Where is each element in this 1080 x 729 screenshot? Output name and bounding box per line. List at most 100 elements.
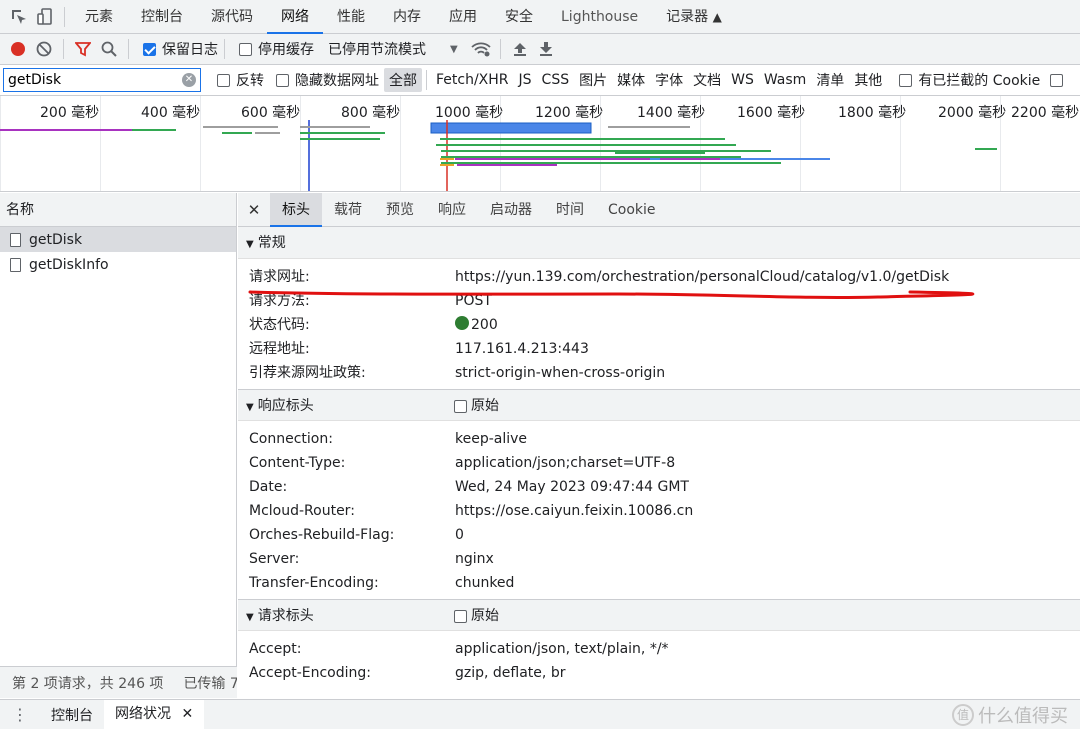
checkbox-unchecked[interactable] bbox=[1050, 73, 1064, 87]
tab-timing[interactable]: 时间 bbox=[544, 193, 596, 227]
type-filter-manifest[interactable]: 清单 bbox=[811, 68, 849, 92]
more-vert-icon[interactable]: ⋮ bbox=[0, 705, 40, 724]
header-row: Orches-Rebuild-Flag: 0 bbox=[238, 523, 1080, 547]
checkbox-unchecked[interactable] bbox=[276, 73, 289, 87]
type-filter-doc[interactable]: 文档 bbox=[688, 68, 726, 92]
clear-filter-icon[interactable]: ✕ bbox=[182, 73, 196, 87]
record-icon[interactable] bbox=[5, 36, 31, 62]
section-title: 请求标头 bbox=[257, 608, 314, 624]
tab-preview[interactable]: 预览 bbox=[374, 193, 426, 227]
type-filter-css[interactable]: CSS bbox=[537, 70, 575, 90]
tab-console[interactable]: 控制台 bbox=[127, 0, 197, 34]
export-har-icon[interactable] bbox=[533, 36, 559, 62]
throttle-select[interactable]: 已停用节流模式 ▼ bbox=[328, 39, 458, 59]
tab-response[interactable]: 响应 bbox=[426, 193, 478, 227]
disable-cache-checkbox[interactable]: 停用缓存 bbox=[239, 39, 314, 59]
tab-memory[interactable]: 内存 bbox=[379, 0, 435, 34]
header-row: 状态代码: 200 bbox=[238, 313, 1080, 337]
header-value: https://ose.caiyun.feixin.10086.cn bbox=[455, 503, 694, 519]
invert-checkbox[interactable]: 反转 bbox=[217, 70, 264, 90]
raw-response-headers-checkbox[interactable]: 原始 bbox=[454, 390, 499, 422]
request-row-getdisk[interactable]: getDisk bbox=[0, 227, 236, 252]
hide-data-urls-checkbox[interactable]: 隐藏数据网址 bbox=[276, 70, 379, 90]
header-value: nginx bbox=[455, 551, 494, 567]
import-har-icon[interactable] bbox=[507, 36, 533, 62]
chevron-down-icon: ▼ bbox=[450, 43, 458, 55]
general-section-header[interactable]: ▼ 常规 bbox=[238, 227, 1080, 259]
preserve-log-checkbox[interactable]: 保留日志 bbox=[143, 39, 218, 59]
type-filter-media[interactable]: 媒体 bbox=[612, 68, 650, 92]
name-column-header[interactable]: 名称 bbox=[0, 193, 236, 227]
filter-bar: ✕ 反转 隐藏数据网址 全部 Fetch/XHR JS CSS 图片 媒体 字体… bbox=[0, 65, 1080, 96]
tab-headers[interactable]: 标头 bbox=[270, 193, 322, 227]
status-code-value: 200 bbox=[455, 313, 498, 337]
request-detail-pane: ✕ 标头 载荷 预览 响应 启动器 时间 Cookie ▼ 常规 请求网址: htt… bbox=[238, 193, 1080, 698]
devtools-tabbar: 元素 控制台 源代码 网络 性能 内存 应用 安全 Lighthouse 记录器… bbox=[0, 0, 1080, 34]
summary-status-bar: 第 2 项请求，共 246 项 已传输 7 bbox=[0, 666, 237, 698]
triangle-down-icon: ▼ bbox=[246, 612, 254, 623]
header-row: Connection: keep-alive bbox=[238, 427, 1080, 451]
file-icon bbox=[10, 257, 21, 272]
device-toggle-icon[interactable] bbox=[32, 4, 58, 30]
header-value: 0 bbox=[455, 527, 464, 543]
request-bar bbox=[222, 132, 252, 134]
blocked-cookies-checkbox[interactable]: 有已拦截的 Cookie bbox=[899, 70, 1040, 90]
checkbox-unchecked[interactable] bbox=[239, 42, 252, 56]
tab-initiator[interactable]: 启动器 bbox=[478, 193, 544, 227]
type-filter-ws[interactable]: WS bbox=[726, 70, 759, 90]
response-headers-section-header[interactable]: ▼ 响应标头 原始 bbox=[238, 389, 1080, 421]
checkbox-unchecked[interactable] bbox=[454, 609, 467, 623]
header-key: Mcloud-Router: bbox=[249, 503, 355, 519]
type-filter-xhr[interactable]: Fetch/XHR bbox=[431, 70, 514, 90]
tab-performance[interactable]: 性能 bbox=[323, 0, 379, 34]
header-value: application/json;charset=UTF-8 bbox=[455, 455, 676, 471]
type-filter-js[interactable]: JS bbox=[514, 70, 537, 90]
request-name: getDisk bbox=[29, 231, 83, 248]
request-bar bbox=[441, 150, 771, 152]
checkbox-unchecked[interactable] bbox=[899, 73, 913, 87]
search-icon[interactable] bbox=[96, 36, 122, 62]
tab-sources[interactable]: 源代码 bbox=[197, 0, 267, 34]
type-filter-other[interactable]: 其他 bbox=[849, 68, 887, 92]
checkbox-unchecked[interactable] bbox=[454, 399, 467, 413]
type-filter-wasm[interactable]: Wasm bbox=[759, 70, 811, 90]
header-key: Transfer-Encoding: bbox=[249, 575, 379, 591]
type-filter-img[interactable]: 图片 bbox=[574, 68, 612, 92]
status-dot-icon bbox=[455, 316, 469, 330]
drawer-tab-network-conditions[interactable]: 网络状况 ✕ bbox=[104, 700, 205, 729]
checkbox-checked[interactable] bbox=[143, 42, 156, 56]
request-headers-section-header[interactable]: ▼ 请求标头 原始 bbox=[238, 599, 1080, 631]
tab-security[interactable]: 安全 bbox=[491, 0, 547, 34]
filter-icon[interactable] bbox=[70, 36, 96, 62]
header-key: Date: bbox=[249, 479, 288, 495]
tab-application[interactable]: 应用 bbox=[435, 0, 491, 34]
checkbox-unchecked[interactable] bbox=[217, 73, 230, 87]
filter-input[interactable] bbox=[4, 69, 174, 91]
type-filter-all[interactable]: 全部 bbox=[384, 68, 422, 92]
tab-lighthouse[interactable]: Lighthouse bbox=[547, 0, 652, 34]
request-row-getdiskinfo[interactable]: getDiskInfo bbox=[0, 252, 236, 277]
network-conditions-icon[interactable] bbox=[468, 36, 494, 62]
tab-elements[interactable]: 元素 bbox=[71, 0, 127, 34]
raw-label: 原始 bbox=[471, 608, 499, 624]
tab-recorder[interactable]: 记录器 ▲ bbox=[652, 0, 736, 34]
clear-icon[interactable] bbox=[31, 36, 57, 62]
status-code: 200 bbox=[471, 317, 498, 333]
inspect-element-icon[interactable] bbox=[6, 4, 32, 30]
raw-label: 原始 bbox=[471, 398, 499, 414]
drawer-tab-console[interactable]: 控制台 bbox=[40, 705, 104, 725]
raw-request-headers-checkbox[interactable]: 原始 bbox=[454, 600, 499, 632]
divider bbox=[63, 39, 64, 59]
tab-payload[interactable]: 载荷 bbox=[322, 193, 374, 227]
overview-timeline[interactable]: 200 毫秒 400 毫秒 600 毫秒 800 毫秒 1000 毫秒 1200… bbox=[0, 96, 1080, 192]
request-bar bbox=[455, 158, 655, 160]
close-icon[interactable]: ✕ bbox=[238, 201, 270, 219]
header-key: Accept: bbox=[249, 641, 302, 657]
section-title: 常规 bbox=[257, 235, 286, 251]
drawer-tab-label: 网络状况 bbox=[115, 706, 171, 722]
type-filter-font[interactable]: 字体 bbox=[650, 68, 688, 92]
tab-cookies[interactable]: Cookie bbox=[596, 193, 668, 227]
tab-network[interactable]: 网络 bbox=[267, 0, 323, 34]
close-icon[interactable]: ✕ bbox=[181, 706, 193, 722]
header-value: Wed, 24 May 2023 09:47:44 GMT bbox=[455, 479, 689, 495]
